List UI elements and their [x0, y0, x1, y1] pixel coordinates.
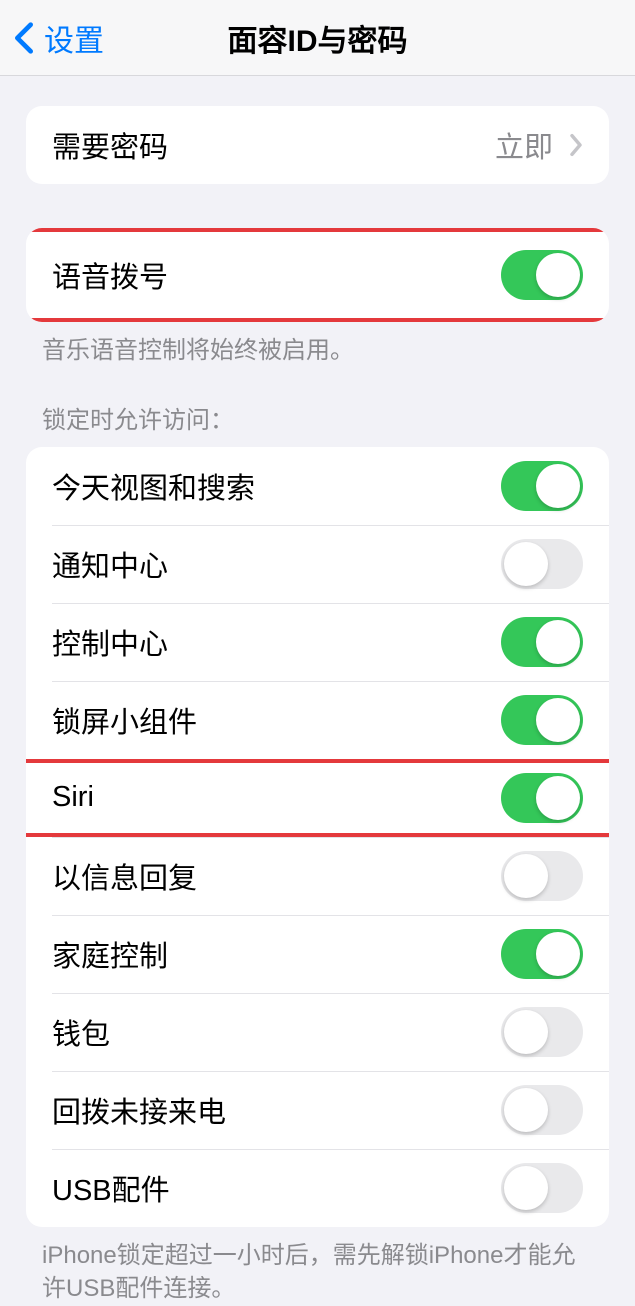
- voice-dial-footer: 音乐语音控制将始终被启用。: [0, 322, 635, 368]
- toggle-knob: [536, 776, 580, 820]
- back-label: 设置: [44, 16, 104, 60]
- allow-access-item-label: 钱包: [52, 1011, 110, 1053]
- require-passcode-group: 需要密码 立即: [26, 106, 609, 184]
- allow-access-item-label: 控制中心: [52, 621, 168, 663]
- toggle-knob: [504, 1166, 548, 1210]
- require-passcode-label: 需要密码: [52, 124, 168, 166]
- allow-access-item-label: USB配件: [52, 1167, 170, 1209]
- allow-access-row: 锁屏小组件: [26, 681, 609, 759]
- voice-dial-section: 语音拨号 音乐语音控制将始终被启用。: [0, 228, 635, 368]
- allow-access-item-label: Siri: [52, 781, 94, 814]
- voice-dial-toggle[interactable]: [501, 250, 583, 300]
- allow-access-row: 钱包: [26, 993, 609, 1071]
- allow-access-item-label: 锁屏小组件: [52, 699, 197, 741]
- back-button[interactable]: 设置: [0, 16, 104, 60]
- allow-access-item-label: 家庭控制: [52, 933, 168, 975]
- allow-access-row: 家庭控制: [26, 915, 609, 993]
- toggle-knob: [536, 620, 580, 664]
- allow-access-group: 今天视图和搜索通知中心控制中心锁屏小组件 Siri 以信息回复家庭控制钱包回拨未接来…: [26, 447, 609, 1227]
- toggle-knob: [504, 854, 548, 898]
- allow-access-row: 以信息回复: [26, 837, 609, 915]
- allow-access-toggle[interactable]: [501, 773, 583, 823]
- allow-access-row: 今天视图和搜索: [26, 447, 609, 525]
- toggle-knob: [504, 1088, 548, 1132]
- allow-access-toggle[interactable]: [501, 1163, 583, 1213]
- allow-access-toggle[interactable]: [501, 539, 583, 589]
- allow-access-row: Siri: [26, 759, 609, 837]
- toggle-knob: [536, 698, 580, 742]
- allow-access-toggle[interactable]: [501, 1085, 583, 1135]
- allow-access-footer: iPhone锁定超过一小时后，需先解锁iPhone才能允许USB配件连接。: [0, 1227, 635, 1306]
- allow-access-row: 回拨未接来电: [26, 1071, 609, 1149]
- toggle-knob: [504, 1010, 548, 1054]
- content: 需要密码 立即 语音拨号 音乐语音控制将始终被启用。 锁定时允许访问： 今天视图…: [0, 106, 635, 1306]
- allow-access-section: 锁定时允许访问： 今天视图和搜索通知中心控制中心锁屏小组件 Siri 以信息回复家庭…: [0, 400, 635, 1306]
- allow-access-toggle[interactable]: [501, 929, 583, 979]
- allow-access-row: 通知中心: [26, 525, 609, 603]
- allow-access-item-label: 以信息回复: [52, 855, 197, 897]
- toggle-knob: [536, 464, 580, 508]
- require-passcode-section: 需要密码 立即: [0, 106, 635, 184]
- toggle-knob: [536, 253, 580, 297]
- allow-access-toggle[interactable]: [501, 1007, 583, 1057]
- chevron-right-icon: [569, 133, 583, 157]
- allow-access-toggle[interactable]: [501, 851, 583, 901]
- allow-access-row: 控制中心: [26, 603, 609, 681]
- nav-bar: 设置 面容ID与密码: [0, 0, 635, 76]
- require-passcode-value: 立即: [495, 124, 553, 166]
- allow-access-item-label: 回拨未接来电: [52, 1089, 226, 1131]
- toggle-knob: [504, 542, 548, 586]
- chevron-left-icon: [14, 21, 34, 55]
- allow-access-header: 锁定时允许访问：: [0, 400, 635, 447]
- voice-dial-group: 语音拨号: [26, 228, 609, 322]
- allow-access-item-label: 今天视图和搜索: [52, 465, 255, 507]
- allow-access-toggle[interactable]: [501, 461, 583, 511]
- voice-dial-row: 语音拨号: [26, 228, 609, 322]
- require-passcode-row[interactable]: 需要密码 立即: [26, 106, 609, 184]
- voice-dial-label: 语音拨号: [52, 254, 168, 296]
- allow-access-item-label: 通知中心: [52, 543, 168, 585]
- allow-access-toggle[interactable]: [501, 617, 583, 667]
- toggle-knob: [536, 932, 580, 976]
- allow-access-row: USB配件: [26, 1149, 609, 1227]
- allow-access-toggle[interactable]: [501, 695, 583, 745]
